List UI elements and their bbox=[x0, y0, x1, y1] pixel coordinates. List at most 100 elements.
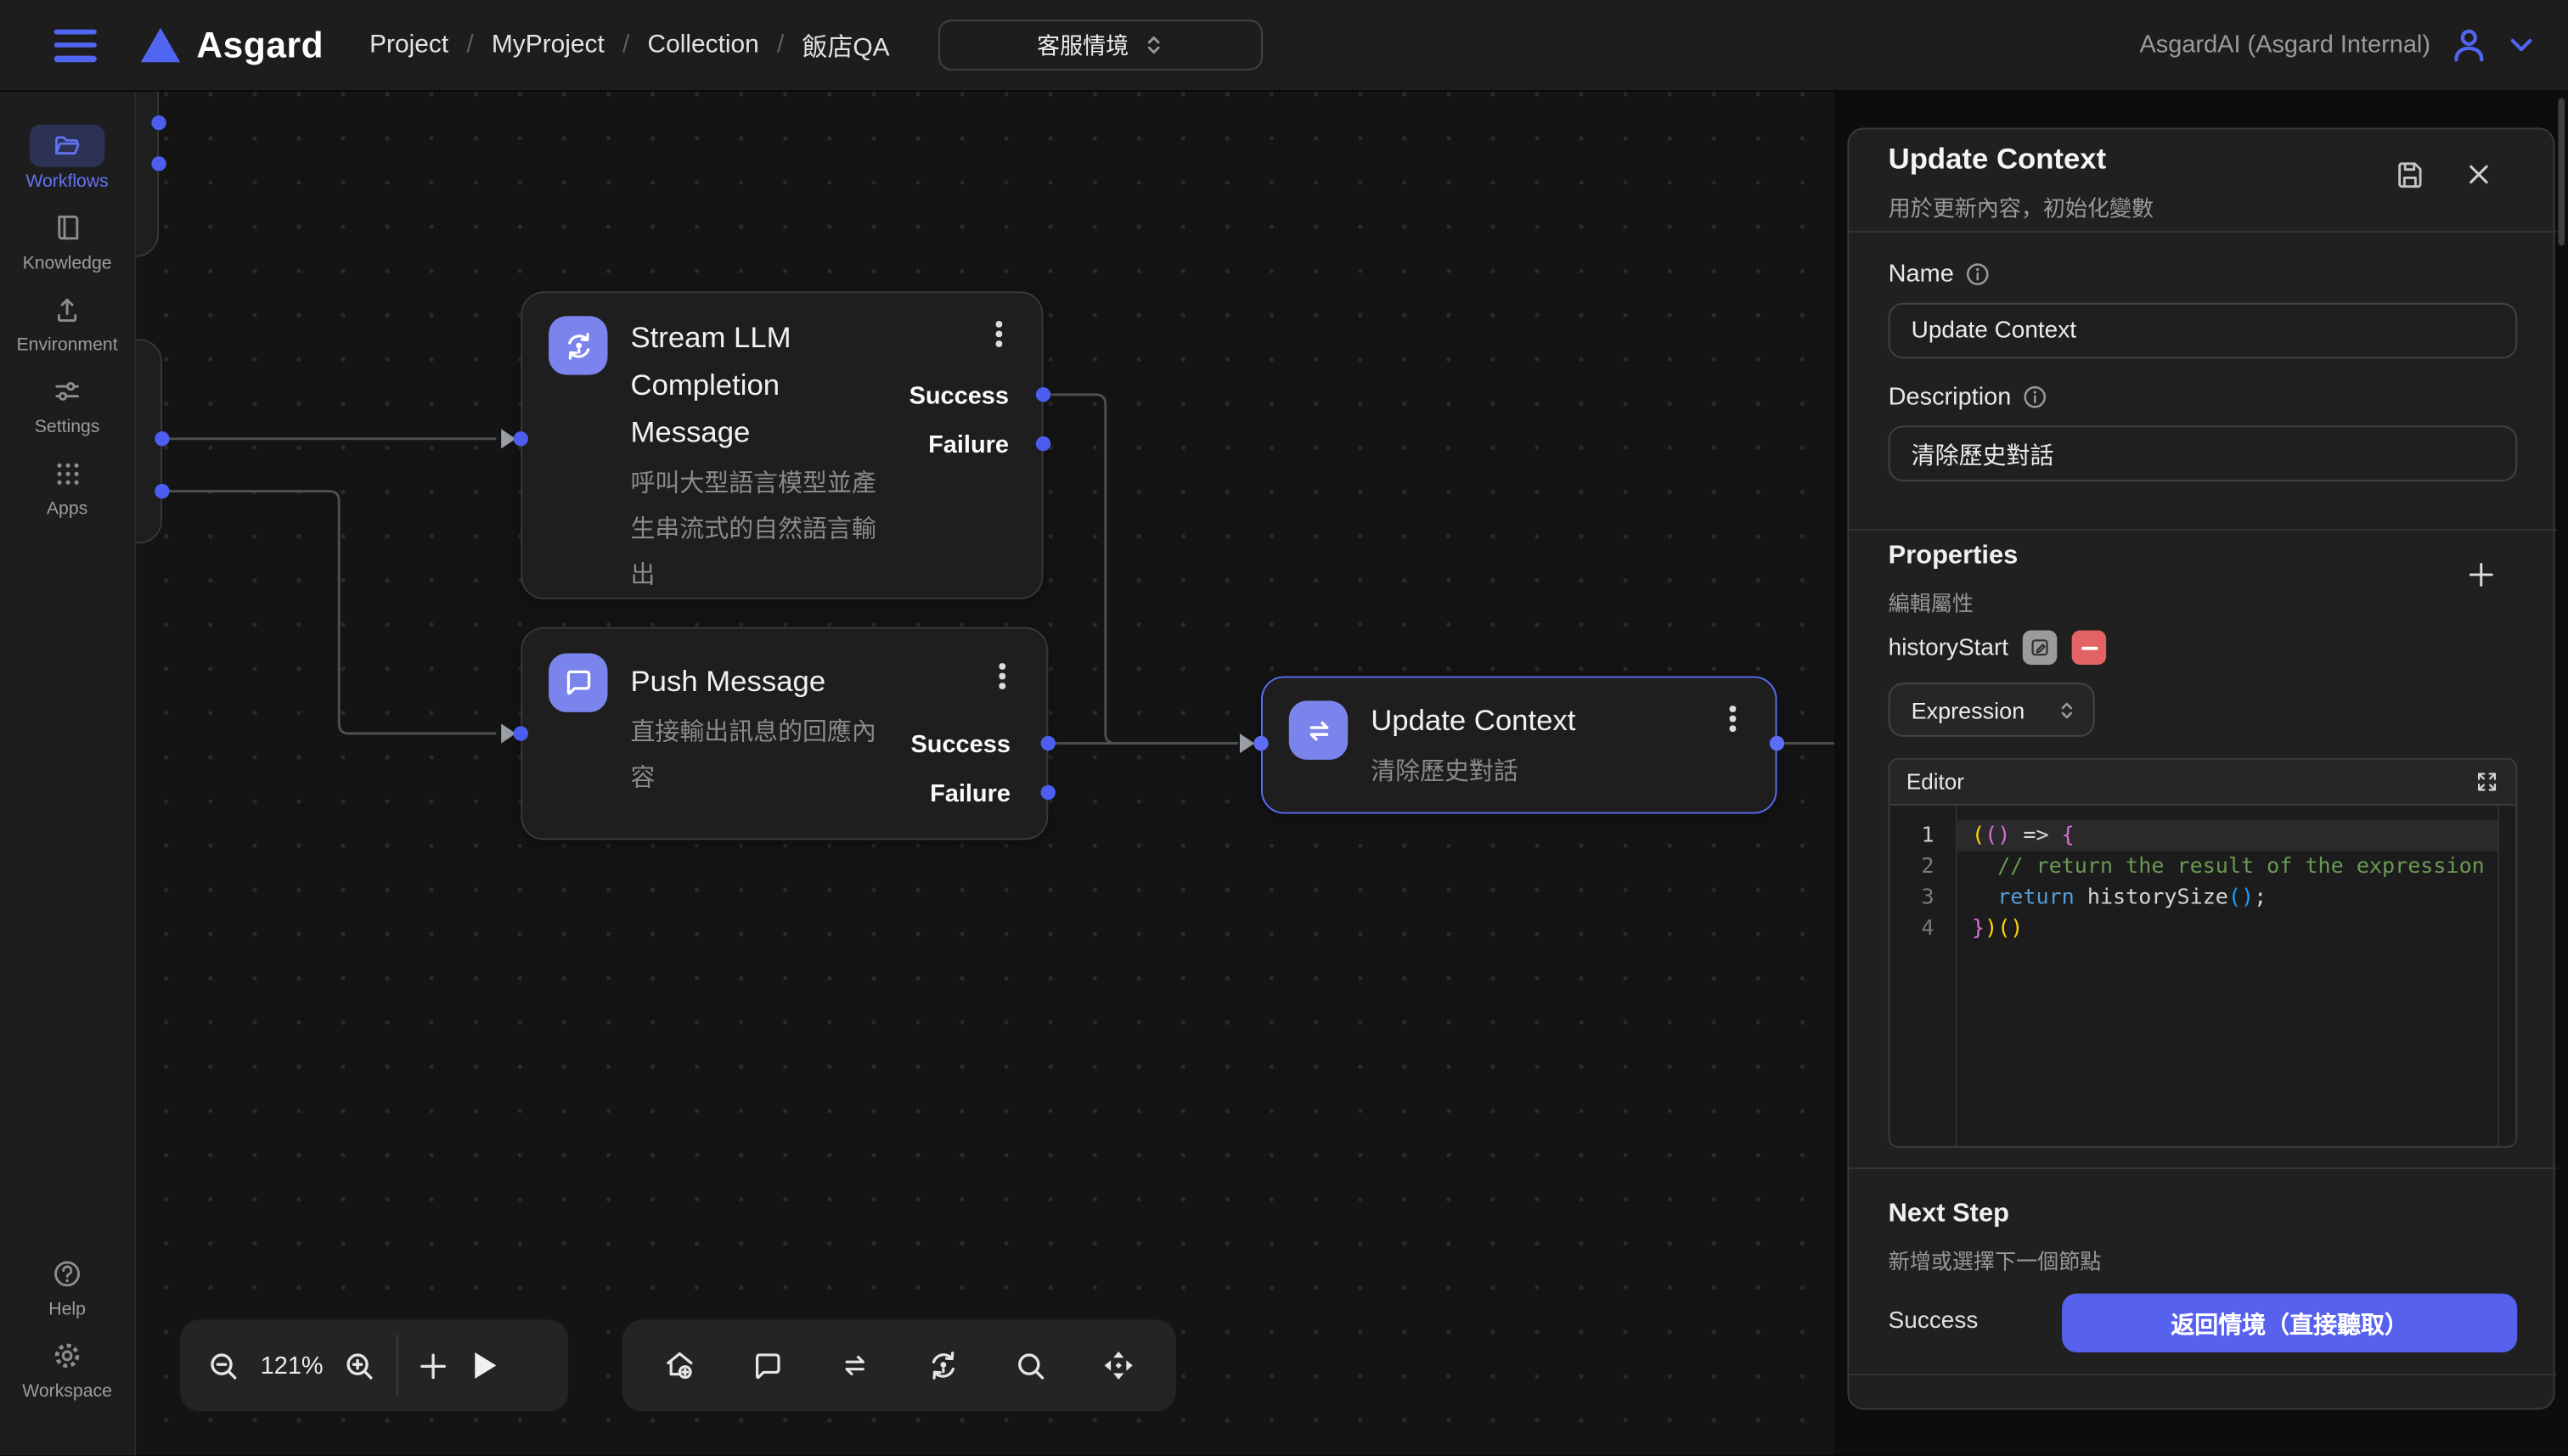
close-icon[interactable] bbox=[2458, 154, 2498, 193]
sidebar-item-label: Workspace bbox=[22, 1382, 112, 1402]
output-port-failure[interactable] bbox=[1041, 785, 1056, 800]
add-property-icon[interactable] bbox=[2462, 555, 2501, 594]
inspector-panel: Update Context 用於更新內容，初始化變數 Name Update … bbox=[1847, 127, 2554, 1409]
workflow-canvas[interactable]: Stream LLM Completion Message 呼叫大型語言模型並產… bbox=[0, 92, 1834, 1455]
description-field-label: Description bbox=[1889, 383, 2047, 411]
upload-icon bbox=[53, 295, 82, 324]
div bbox=[1849, 529, 2556, 531]
account-area: AsgardAI (Asgard Internal) bbox=[2139, 25, 2535, 65]
node-push-message[interactable]: Push Message 直接輸出訊息的回應內容 Success Failure bbox=[521, 627, 1048, 840]
output-label-failure: Failure bbox=[930, 780, 1011, 808]
description-input[interactable]: 清除歷史對話 bbox=[1889, 425, 2518, 481]
add-trigger-icon[interactable] bbox=[662, 1347, 697, 1383]
sidebar-item-label: Settings bbox=[35, 418, 100, 437]
fit-view-icon[interactable] bbox=[1101, 1347, 1136, 1383]
zoom-in-icon[interactable] bbox=[343, 1348, 377, 1383]
name-field-label: Name bbox=[1889, 261, 1991, 289]
search-icon[interactable] bbox=[1014, 1348, 1049, 1383]
editor-code[interactable]: (() => { // return the result of the exp… bbox=[1957, 806, 2498, 1146]
output-port-success[interactable] bbox=[1036, 387, 1050, 402]
stream-icon bbox=[549, 316, 607, 374]
add-message-icon[interactable] bbox=[750, 1348, 784, 1383]
breadcrumb-workflow[interactable]: 飯店QA bbox=[802, 27, 890, 63]
output-label-success: Success bbox=[910, 382, 1009, 410]
breadcrumb-separator: / bbox=[622, 31, 629, 60]
breadcrumb-project[interactable]: Project bbox=[369, 31, 448, 60]
node-stream-llm[interactable]: Stream LLM Completion Message 呼叫大型語言模型並產… bbox=[521, 291, 1043, 599]
breadcrumb-separator: / bbox=[466, 31, 473, 60]
app-root: Asgard Project / MyProject / Collection … bbox=[0, 0, 2568, 1455]
sidebar-item-knowledge[interactable]: Knowledge bbox=[0, 206, 134, 273]
sidebar-item-apps[interactable]: Apps bbox=[0, 452, 134, 519]
output-port[interactable] bbox=[1770, 736, 1784, 750]
save-icon[interactable] bbox=[2390, 154, 2429, 193]
add-swap-icon[interactable] bbox=[836, 1347, 872, 1383]
sliders-icon bbox=[53, 377, 82, 407]
book-icon bbox=[53, 213, 82, 243]
add-stream-icon[interactable] bbox=[926, 1347, 961, 1383]
node-update-context[interactable]: Update Context 清除歷史對話 bbox=[1261, 676, 1777, 813]
editor-body[interactable]: 1 2 3 4 (() => { // return the result of… bbox=[1890, 806, 2516, 1146]
next-step-title: Next Step bbox=[1889, 1200, 2009, 1230]
info-icon bbox=[2023, 385, 2047, 409]
node-tools-toolbar bbox=[622, 1319, 1176, 1411]
property-name: historyStart bbox=[1889, 634, 2008, 661]
input-port[interactable] bbox=[514, 726, 528, 740]
folder-icon bbox=[52, 132, 83, 159]
run-workflow-icon[interactable] bbox=[476, 1352, 497, 1379]
div bbox=[1849, 231, 2556, 233]
output-port[interactable] bbox=[151, 115, 166, 130]
edit-property-button[interactable] bbox=[2023, 630, 2058, 665]
logo-triangle-icon bbox=[141, 28, 180, 62]
output-port[interactable] bbox=[151, 156, 166, 171]
sidebar-item-label: Workflows bbox=[25, 171, 108, 191]
account-chevron-down-icon[interactable] bbox=[2508, 34, 2536, 55]
output-label-success: Success bbox=[910, 731, 1010, 759]
environment-select[interactable]: 客服情境 bbox=[938, 20, 1263, 70]
output-port-failure[interactable] bbox=[1036, 436, 1050, 451]
expression-editor[interactable]: Editor 1 2 3 4 (() => { // re bbox=[1889, 758, 2518, 1148]
sidebar-item-settings[interactable]: Settings bbox=[0, 370, 134, 437]
zoom-out-icon[interactable] bbox=[206, 1348, 240, 1383]
input-port[interactable] bbox=[1253, 736, 1268, 750]
next-step-output-label: Success bbox=[1889, 1308, 1979, 1335]
breadcrumb: Project / MyProject / Collection / 飯店QA bbox=[369, 27, 889, 63]
menu-icon[interactable] bbox=[54, 29, 97, 62]
logo-text: Asgard bbox=[196, 24, 324, 66]
next-step-target-button[interactable]: 返回情境（直接聽取） bbox=[2062, 1294, 2517, 1352]
sidebar-item-help[interactable]: Help bbox=[0, 1252, 134, 1319]
output-port[interactable] bbox=[155, 431, 169, 446]
property-row: historyStart bbox=[1889, 630, 2107, 665]
user-icon[interactable] bbox=[2448, 25, 2489, 65]
add-node-icon[interactable] bbox=[419, 1350, 450, 1381]
select-chevrons-icon bbox=[2057, 699, 2076, 722]
sidebar-item-label: Environment bbox=[16, 335, 117, 355]
output-port-success[interactable] bbox=[1041, 736, 1056, 750]
code-line: })() bbox=[1957, 914, 2498, 945]
output-port[interactable] bbox=[155, 484, 169, 498]
editor-header: Editor bbox=[1890, 760, 2516, 806]
code-line: return historySize(); bbox=[1957, 882, 2498, 914]
name-input[interactable]: Update Context bbox=[1889, 303, 2518, 359]
editor-scrollbar[interactable] bbox=[2498, 806, 2499, 1146]
sidebar-item-workflows[interactable]: Workflows bbox=[0, 125, 134, 192]
property-type-select[interactable]: Expression bbox=[1889, 683, 2095, 737]
node-menu-kebab-icon[interactable] bbox=[1718, 700, 1748, 736]
help-circle-icon bbox=[51, 1257, 84, 1290]
sidebar-item-environment[interactable]: Environment bbox=[0, 288, 134, 355]
node-menu-kebab-icon[interactable] bbox=[988, 658, 1017, 694]
zoom-level[interactable]: 121% bbox=[261, 1352, 324, 1380]
remove-property-button[interactable] bbox=[2072, 630, 2107, 665]
info-icon bbox=[1965, 262, 1990, 287]
node-title: Stream LLM Completion Message bbox=[630, 314, 835, 457]
input-port[interactable] bbox=[514, 431, 528, 446]
sidebar-item-workspace[interactable]: Workspace bbox=[0, 1335, 134, 1402]
breadcrumb-collection[interactable]: Collection bbox=[648, 31, 759, 60]
expand-icon[interactable] bbox=[2469, 766, 2503, 799]
div bbox=[1849, 1374, 2556, 1375]
node-menu-kebab-icon[interactable] bbox=[984, 316, 1014, 351]
node-title: Update Context bbox=[1371, 698, 1731, 745]
page-scrollbar[interactable] bbox=[2558, 98, 2565, 246]
editor-title: Editor bbox=[1906, 769, 1964, 794]
breadcrumb-myproject[interactable]: MyProject bbox=[492, 31, 605, 60]
